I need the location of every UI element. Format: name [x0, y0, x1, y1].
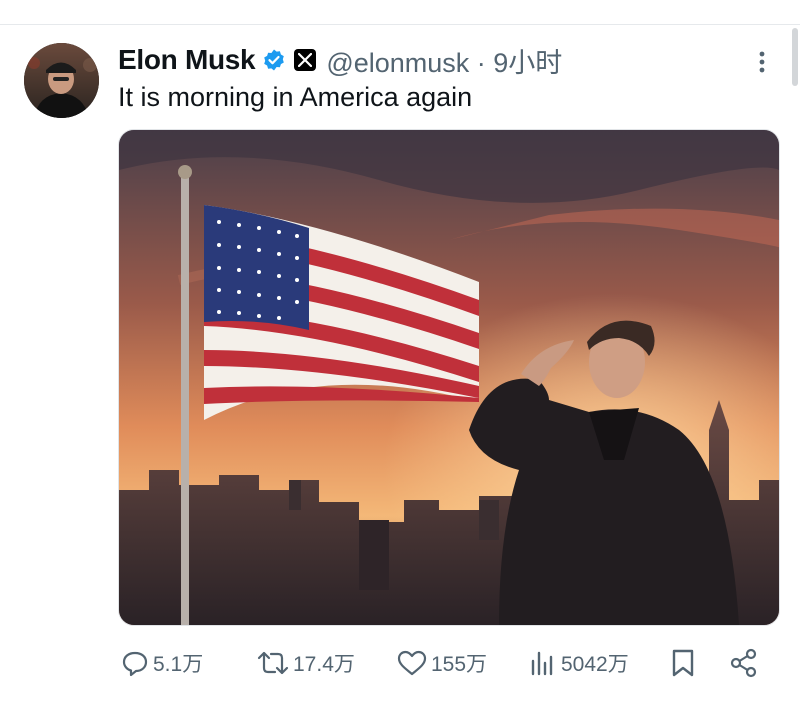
author-handle-and-time[interactable]: @elonmusk · 9小时 [326, 41, 562, 80]
views-icon [531, 651, 553, 676]
repost-icon [257, 651, 289, 675]
repost-button[interactable]: 17.4万 [256, 640, 355, 686]
repost-count: 17.4万 [293, 653, 355, 676]
author-name[interactable]: Elon Musk [118, 44, 256, 76]
tweet-header: Elon Musk @elonmusk · 9小时 [118, 40, 562, 80]
bookmark-icon[interactable] [670, 648, 696, 678]
scrollbar-thumb[interactable] [792, 28, 798, 86]
like-button[interactable]: 155万 [396, 640, 487, 686]
more-options-icon[interactable] [752, 48, 772, 76]
views-button[interactable]: 5042万 [528, 640, 629, 686]
top-divider [0, 24, 800, 25]
reply-button[interactable]: 5.1万 [120, 640, 203, 686]
tweet-image[interactable] [118, 129, 780, 626]
verified-badge-icon [264, 49, 285, 71]
like-icon [397, 650, 427, 676]
reply-icon [122, 651, 148, 677]
reply-count: 5.1万 [153, 653, 204, 676]
like-count: 155万 [431, 653, 488, 676]
share-icon[interactable] [728, 647, 760, 679]
views-count: 5042万 [561, 653, 629, 676]
tweet-actions: 5.1万 17.4万 155万 5042万 [118, 640, 778, 686]
author-avatar[interactable] [24, 43, 99, 118]
tweet-text: It is morning in America again [118, 82, 473, 112]
x-logo-icon [294, 49, 317, 71]
